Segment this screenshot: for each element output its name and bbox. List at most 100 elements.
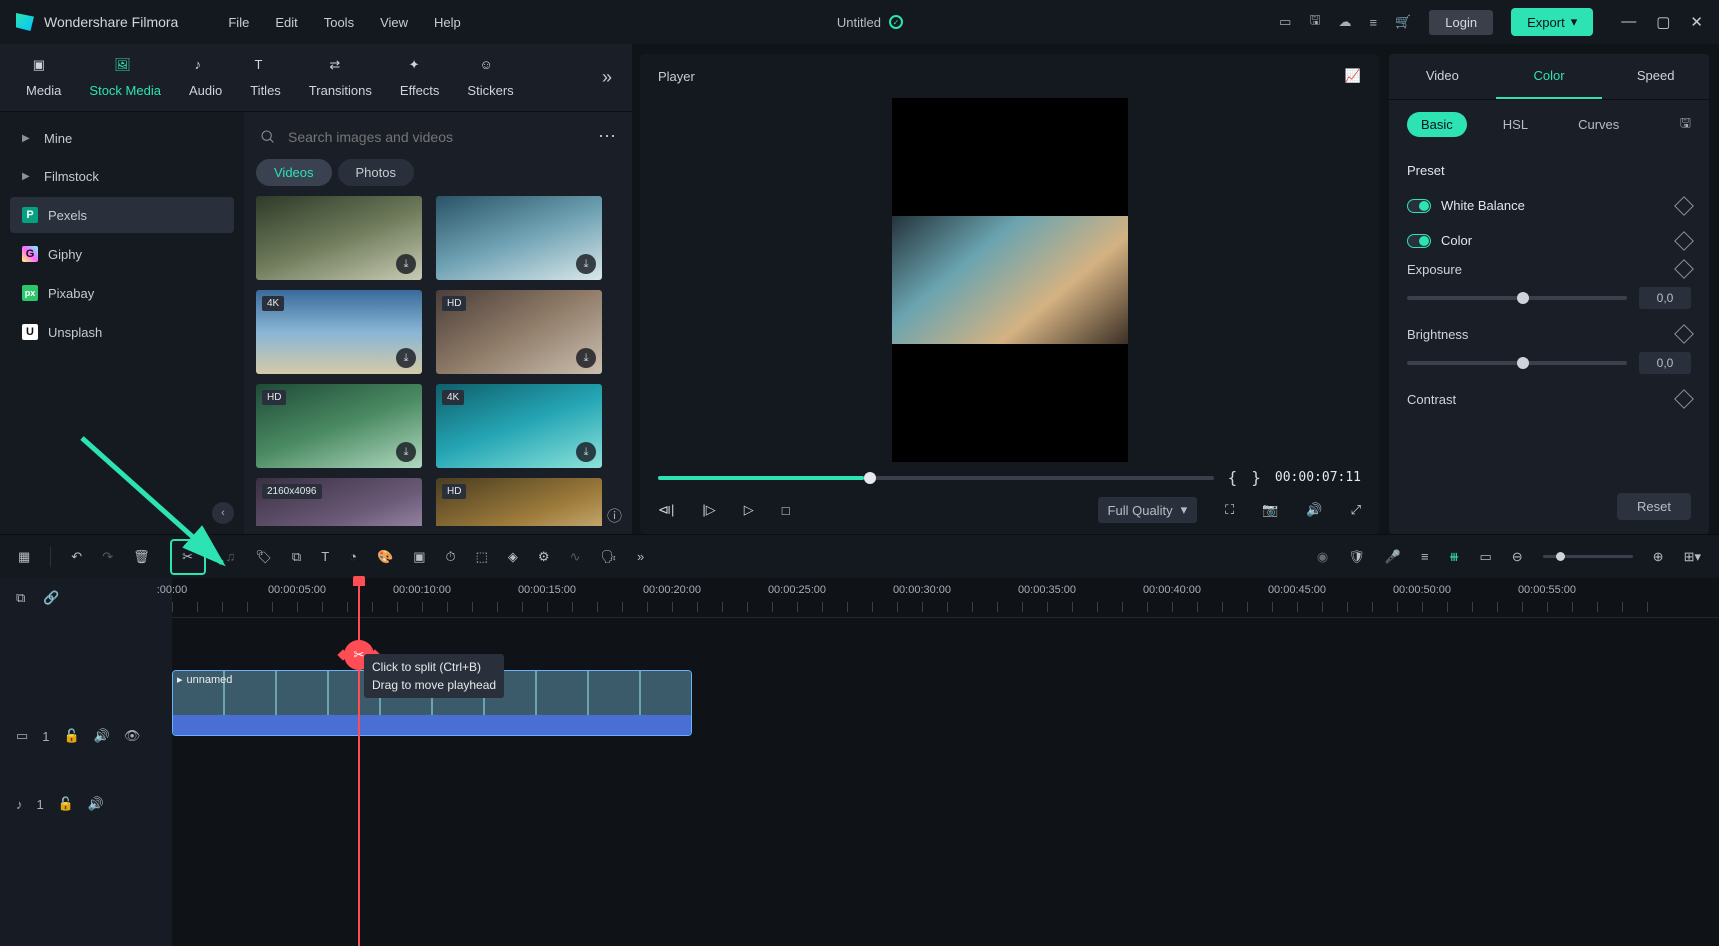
timeline-ruler[interactable]: :00:0000:00:05:0000:00:10:0000:00:15:000… bbox=[172, 578, 1719, 618]
scopes-icon[interactable]: 📈 bbox=[1345, 68, 1361, 84]
keyframe-icon[interactable] bbox=[1674, 389, 1694, 409]
playhead[interactable] bbox=[358, 578, 360, 946]
ptab-speed[interactable]: Speed bbox=[1602, 54, 1709, 99]
tab-stickers[interactable]: ☺ Stickers bbox=[455, 49, 525, 106]
player-progress[interactable] bbox=[658, 476, 1214, 480]
filter-videos[interactable]: Videos bbox=[256, 159, 332, 186]
download-icon[interactable]: ⤓ bbox=[396, 254, 416, 274]
white-balance-row[interactable]: White Balance bbox=[1407, 188, 1691, 223]
download-icon[interactable]: ⤓ bbox=[576, 442, 596, 462]
info-icon[interactable]: ⓘ bbox=[607, 505, 622, 526]
ratio-icon[interactable]: ⛶ bbox=[1225, 502, 1234, 518]
tab-titles[interactable]: T Titles bbox=[238, 49, 293, 106]
color-toggle[interactable] bbox=[1407, 234, 1431, 248]
link-icon[interactable]: 🔗 bbox=[43, 590, 59, 606]
stock-thumbnail[interactable]: 4K⤓ bbox=[436, 384, 602, 468]
keyframe-tool-icon[interactable]: ⬚ bbox=[476, 549, 488, 565]
color-row[interactable]: Color bbox=[1407, 223, 1691, 258]
slider-knob[interactable] bbox=[1517, 292, 1529, 304]
stop-icon[interactable]: □ bbox=[782, 503, 790, 518]
copy-track-icon[interactable]: ⧉ bbox=[16, 590, 25, 606]
zoom-out-icon[interactable]: ⊖ bbox=[1512, 549, 1523, 565]
volume-icon[interactable]: 🔊 bbox=[94, 728, 110, 744]
keyframe-icon[interactable] bbox=[1674, 231, 1694, 251]
stock-thumbnail[interactable]: ⤓ bbox=[256, 196, 422, 280]
sidebar-item-giphy[interactable]: G Giphy bbox=[10, 236, 234, 272]
snapshot-icon[interactable]: 📷 bbox=[1262, 502, 1278, 518]
zoom-knob[interactable] bbox=[1556, 552, 1565, 561]
export-button[interactable]: Export ▾ bbox=[1511, 8, 1593, 36]
menu-help[interactable]: Help bbox=[434, 15, 461, 30]
stock-thumbnail[interactable]: 4K⤓ bbox=[256, 290, 422, 374]
download-icon[interactable]: ⤓ bbox=[576, 348, 596, 368]
keyframe-icon[interactable] bbox=[1674, 259, 1694, 279]
subtab-hsl[interactable]: HSL bbox=[1489, 112, 1542, 137]
audio-tool-icon[interactable]: ∿ bbox=[570, 549, 581, 565]
slider-knob[interactable] bbox=[1517, 357, 1529, 369]
exposure-slider[interactable] bbox=[1407, 296, 1627, 300]
menu-view[interactable]: View bbox=[380, 15, 408, 30]
ptab-video[interactable]: Video bbox=[1389, 54, 1496, 99]
auto-beat-icon[interactable]: ⧻ bbox=[1449, 549, 1460, 565]
keyframe-icon[interactable] bbox=[1674, 196, 1694, 216]
close-icon[interactable]: ✕ bbox=[1690, 13, 1703, 31]
mark-in-icon[interactable]: { bbox=[1228, 468, 1238, 487]
brightness-slider[interactable] bbox=[1407, 361, 1627, 365]
progress-knob[interactable] bbox=[864, 472, 876, 484]
grid-icon[interactable]: ▦ bbox=[18, 549, 30, 565]
tab-transitions[interactable]: ⇄ Transitions bbox=[297, 49, 384, 106]
sidebar-item-pixabay[interactable]: px Pixabay bbox=[10, 275, 234, 311]
zoom-in-icon[interactable]: ⊕ bbox=[1653, 549, 1664, 565]
minimize-icon[interactable]: — bbox=[1621, 13, 1636, 31]
chroma-icon[interactable]: ◈ bbox=[508, 549, 518, 565]
tab-audio[interactable]: ♪ Audio bbox=[177, 49, 234, 106]
tab-media[interactable]: ▣ Media bbox=[14, 49, 73, 106]
white-balance-toggle[interactable] bbox=[1407, 199, 1431, 213]
stock-thumbnail[interactable]: HD⤓ bbox=[436, 478, 602, 526]
subtab-basic[interactable]: Basic bbox=[1407, 112, 1467, 137]
color-icon[interactable]: 🎨 bbox=[377, 549, 393, 565]
filter-photos[interactable]: Photos bbox=[338, 159, 414, 186]
play-icon[interactable]: ▷ bbox=[744, 502, 754, 518]
menu-edit[interactable]: Edit bbox=[275, 15, 297, 30]
sidebar-item-mine[interactable]: ▶ Mine bbox=[10, 121, 234, 156]
keyframe-icon[interactable] bbox=[1674, 324, 1694, 344]
tab-effects[interactable]: ✦ Effects bbox=[388, 49, 452, 106]
lock-icon[interactable]: 🔓 bbox=[58, 796, 74, 812]
prev-frame-icon[interactable]: ⧏| bbox=[658, 502, 674, 518]
player-canvas[interactable] bbox=[892, 98, 1128, 462]
more-options-icon[interactable]: ⋯ bbox=[598, 126, 616, 147]
more-tools-icon[interactable]: » bbox=[637, 549, 644, 564]
menu-file[interactable]: File bbox=[228, 15, 249, 30]
timeline-canvas[interactable]: :00:0000:00:05:0000:00:10:0000:00:15:000… bbox=[172, 578, 1719, 946]
exposure-value[interactable]: 0,0 bbox=[1639, 287, 1691, 309]
stock-thumbnail[interactable]: HD⤓ bbox=[436, 290, 602, 374]
brightness-value[interactable]: 0,0 bbox=[1639, 352, 1691, 374]
mark-out-icon[interactable]: } bbox=[1251, 468, 1261, 487]
view-options-icon[interactable]: ⊞▾ bbox=[1684, 549, 1701, 565]
reset-button[interactable]: Reset bbox=[1617, 493, 1691, 520]
expand-tabs-icon[interactable]: » bbox=[596, 67, 618, 88]
eye-icon[interactable]: 👁 bbox=[124, 728, 141, 744]
menu-tools[interactable]: Tools bbox=[324, 15, 354, 30]
tab-stock-media[interactable]: 🖼 Stock Media bbox=[77, 49, 173, 106]
download-icon[interactable]: ⤓ bbox=[396, 348, 416, 368]
download-icon[interactable]: ⤓ bbox=[576, 254, 596, 274]
volume-icon[interactable]: 🔊 bbox=[1306, 502, 1322, 518]
hamburger-icon[interactable]: ≡ bbox=[1370, 15, 1378, 30]
maximize-icon[interactable]: ▢ bbox=[1656, 13, 1670, 31]
crop-icon[interactable]: ⧉ bbox=[292, 549, 301, 565]
ptab-color[interactable]: Color bbox=[1496, 54, 1603, 99]
tag-icon[interactable]: 🏷 bbox=[255, 549, 272, 565]
login-button[interactable]: Login bbox=[1429, 10, 1493, 35]
cart-icon[interactable]: 🛒 bbox=[1395, 14, 1411, 30]
stock-thumbnail[interactable]: HD⤓ bbox=[256, 384, 422, 468]
layout-icon[interactable]: ▭ bbox=[1279, 14, 1291, 30]
search-input[interactable] bbox=[288, 129, 586, 145]
sidebar-item-pexels[interactable]: P Pexels bbox=[10, 197, 234, 233]
stock-thumbnail[interactable]: ⤓ bbox=[436, 196, 602, 280]
playhead-handle[interactable] bbox=[353, 576, 365, 586]
timer-icon[interactable]: ⏱ bbox=[445, 549, 455, 565]
sidebar-item-filmstock[interactable]: ▶ Filmstock bbox=[10, 159, 234, 194]
zoom-slider[interactable] bbox=[1543, 555, 1633, 558]
